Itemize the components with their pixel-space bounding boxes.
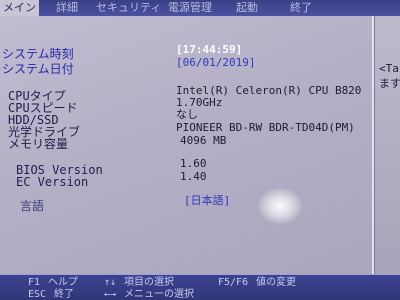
ec-version-value: 1.40 bbox=[180, 170, 207, 183]
hdd-ssd-value: なし bbox=[176, 108, 198, 121]
exit-label: 終了 bbox=[54, 289, 74, 300]
menu-main[interactable]: メイン bbox=[0, 0, 39, 16]
f5f6-key: F5/F6 bbox=[218, 277, 249, 288]
change-value-label: 値の変更 bbox=[256, 277, 296, 288]
select-menu-label: メニューの選択 bbox=[124, 289, 194, 300]
leftright-key: ←→ bbox=[104, 289, 117, 300]
menu-power[interactable]: 電源管理 bbox=[168, 0, 212, 16]
f1-key: F1 bbox=[28, 277, 41, 288]
system-date-label[interactable]: システム日付 bbox=[2, 63, 74, 76]
esc-key: ESC bbox=[28, 289, 47, 300]
ec-version-label: EC Version bbox=[16, 175, 89, 189]
language-value[interactable]: [日本語] bbox=[184, 194, 230, 207]
help-text-line1: <Ta bbox=[379, 62, 399, 75]
screen-glare bbox=[258, 188, 302, 224]
select-item-label: 項目の選択 bbox=[124, 277, 174, 288]
help-panel bbox=[374, 16, 400, 274]
language-label[interactable]: 言語 bbox=[20, 200, 44, 213]
menu-boot[interactable]: 起動 bbox=[236, 0, 258, 16]
bios-version-value: 1.60 bbox=[180, 157, 207, 170]
f1-help-label: ヘルプ bbox=[48, 277, 78, 288]
main-panel: システム時刻 システム日付 CPUタイプ CPUスピード HDD/SSD 光学ド… bbox=[0, 16, 374, 274]
optical-drive-value: PIONEER BD-RW BDR-TD04D(PM) bbox=[176, 121, 355, 134]
menu-security[interactable]: セキュリティ bbox=[96, 0, 161, 16]
updown-key: ↑↓ bbox=[104, 277, 117, 288]
memory-value: 4096 MB bbox=[180, 134, 227, 147]
memory-label: メモリ容量 bbox=[8, 137, 69, 151]
bios-screen: メイン 詳細 セキュリティ 電源管理 起動 終了 システム時刻 システム日付 C… bbox=[0, 0, 400, 300]
system-date-value[interactable]: [06/01/2019] bbox=[176, 56, 255, 69]
key-help-bar: F1 ヘルプ ↑↓ 項目の選択 F5/F6 値の変更 ESC 終了 ←→ メニュ… bbox=[0, 274, 400, 300]
menu-advanced[interactable]: 詳細 bbox=[56, 0, 78, 16]
system-time-value[interactable]: [17:44:59] bbox=[176, 43, 242, 56]
system-time-label[interactable]: システム時刻 bbox=[2, 48, 74, 61]
help-text-line2: ます bbox=[379, 77, 400, 90]
menu-exit[interactable]: 終了 bbox=[290, 0, 312, 16]
menu-bar: メイン 詳細 セキュリティ 電源管理 起動 終了 bbox=[0, 0, 400, 16]
